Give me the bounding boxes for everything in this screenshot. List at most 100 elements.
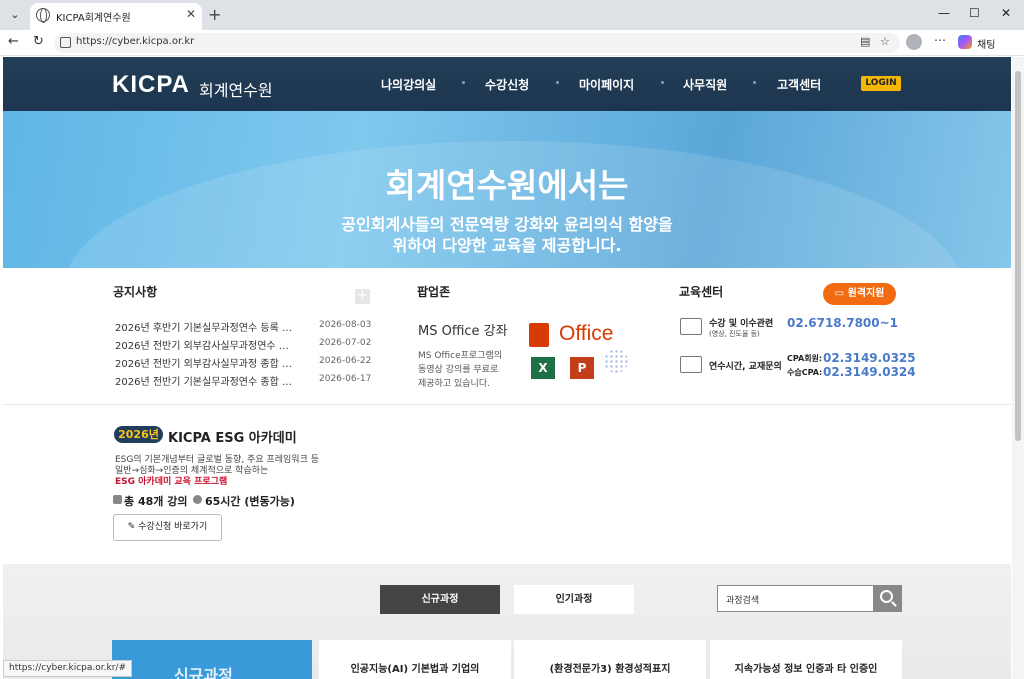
notice-date: 2026-08-03: [319, 320, 372, 330]
back-icon[interactable]: ←: [8, 34, 19, 49]
course-card-title: (환경전문가3) 환경성적표지: [549, 664, 671, 675]
course-card-title: 지속가능성 정보 인증과 타 인증인: [734, 664, 878, 675]
ms-office-course-title[interactable]: MS Office 강좌: [418, 320, 508, 339]
cpa-member-label: CPA회원:: [787, 354, 823, 363]
favorite-star-icon[interactable]: ☆: [880, 35, 890, 48]
section-divider: [3, 404, 1011, 405]
close-window-icon[interactable]: ✕: [1001, 6, 1011, 20]
refresh-icon[interactable]: ↻: [33, 34, 44, 49]
reader-mode-icon[interactable]: ▤: [860, 35, 870, 48]
nav-separator: [556, 81, 559, 84]
tab-title: KICPA회계연수원: [56, 13, 131, 24]
hero-title: 회계연수원에서는: [385, 166, 629, 205]
tab-new-courses[interactable]: 신규과정: [380, 585, 500, 614]
course-card[interactable]: 인공지능(AI) 기본법과 기업의: [319, 640, 511, 679]
kicpa-logo[interactable]: KICPA: [112, 71, 190, 99]
esg-program-highlight: ESG 아카데미 교육 프로그램: [115, 477, 228, 487]
hero-subtitle-line2: 위하여 다양한 교육을 제공합니다.: [392, 236, 622, 255]
esg-enroll-button[interactable]: ✎ 수강신청 바로가기: [113, 514, 222, 541]
nav-my-classroom[interactable]: 나의강의실: [381, 76, 436, 93]
notice-date: 2026-06-17: [319, 374, 372, 384]
office-logo-text[interactable]: Office: [559, 322, 613, 346]
address-toolbar: ← ↻ https://cyber.kicpa.or.kr ▤ ☆ ⋯ 채팅: [0, 30, 1024, 56]
url-text[interactable]: https://cyber.kicpa.or.kr: [76, 36, 194, 47]
tab-popular-courses[interactable]: 인기과정: [514, 585, 634, 614]
esg-enroll-label: 수강신청 바로가기: [138, 522, 208, 532]
site-info-icon[interactable]: [60, 37, 71, 48]
decorative-dots-icon: [604, 349, 628, 373]
scrollbar-thumb[interactable]: [1015, 71, 1021, 441]
notice-text[interactable]: 2026년 전반기 외부감사실무과정 종합 …: [115, 355, 292, 370]
site-header: KICPA 회계연수원 나의강의실 수강신청 마이페이지 사무직원 고객센터 L…: [3, 57, 1011, 111]
notice-text[interactable]: 2026년 전반기 기본실무과정연수 종합 …: [115, 373, 292, 388]
notice-date: 2026-06-22: [319, 356, 372, 366]
popup-desc-line2: 동영상 강의를 무료로: [418, 365, 499, 375]
tab-actions-menu-icon[interactable]: ⌄: [5, 5, 25, 25]
notice-more-button[interactable]: +: [355, 289, 370, 304]
page-scrollbar[interactable]: [1012, 57, 1024, 679]
notice-text[interactable]: 2026년 후반기 기본실무과정연수 등록 …: [115, 319, 292, 334]
remote-support-label: 원격지원: [847, 288, 885, 299]
document-icon: [680, 356, 702, 373]
browser-window: ⌄ KICPA회계연수원 ✕ + — ☐ ✕ ← ↻ https://cyber…: [0, 0, 1024, 679]
edit-icon: ✎: [127, 522, 139, 532]
textbook-inquiry-label: 연수시간, 교재문의: [709, 362, 782, 372]
clock-icon: [193, 495, 202, 504]
new-course-banner-label: 신규과정: [174, 666, 233, 679]
new-course-banner[interactable]: 신규과정: [112, 640, 312, 679]
esg-title: KICPA ESG 아카데미: [168, 431, 297, 446]
esg-year-badge: 2026년: [114, 426, 163, 443]
popup-desc-line1: MS Office프로그램의: [418, 351, 503, 361]
course-search-placeholder: 과정검색: [726, 596, 760, 606]
login-button[interactable]: LOGIN: [861, 76, 901, 91]
close-tab-icon[interactable]: ✕: [186, 7, 196, 21]
excel-icon[interactable]: X: [531, 357, 555, 379]
video-monitor-icon: [680, 318, 702, 335]
enrollment-inquiry-label: 수강 및 이수관련: [709, 319, 774, 329]
status-bar-url: https://cyber.kicpa.or.kr/#: [3, 660, 132, 677]
more-options-icon[interactable]: ⋯: [934, 33, 946, 47]
edu-center-title: 교육센터: [679, 285, 724, 299]
enrollment-inquiry-sub: (영상, 진도율 등): [709, 330, 760, 338]
remote-support-button[interactable]: ▭ 원격지원: [823, 283, 896, 305]
nav-separator: [661, 81, 664, 84]
esg-total-hours: 65시간 (변동가능): [205, 495, 295, 508]
enrollment-phone: 02.6718.7800~1: [787, 316, 899, 330]
new-tab-icon[interactable]: +: [208, 5, 221, 24]
course-card[interactable]: (환경전문가3) 환경성적표지: [514, 640, 706, 679]
browser-tab[interactable]: KICPA회계연수원 ✕: [30, 3, 202, 30]
tab-strip: ⌄ KICPA회계연수원 ✕ + — ☐ ✕: [0, 0, 1024, 30]
trainee-cpa-label: 수습CPA:: [787, 368, 823, 377]
notice-text[interactable]: 2026년 전반기 외부감사실무과정연수 …: [115, 337, 289, 352]
nav-customer-center[interactable]: 고객센터: [777, 76, 821, 93]
profile-avatar[interactable]: [906, 34, 922, 50]
hero-banner: 회계연수원에서는 공인회계사들의 전문역량 강화와 윤리의식 함양을 위하여 다…: [3, 111, 1011, 268]
esg-total-lectures: 총 48개 강의: [124, 495, 188, 508]
chat-label[interactable]: 채팅: [977, 36, 995, 51]
powerpoint-icon[interactable]: P: [570, 357, 594, 379]
copilot-icon[interactable]: [958, 35, 972, 49]
popup-zone-title: 팝업존: [417, 285, 451, 299]
lecture-count-icon: [113, 495, 122, 504]
web-page: KICPA 회계연수원 나의강의실 수강신청 마이페이지 사무직원 고객센터 L…: [3, 57, 1011, 679]
globe-icon: [36, 8, 50, 23]
cpa-member-phone: 02.3149.0325: [823, 351, 916, 365]
nav-office-staff[interactable]: 사무직원: [683, 76, 727, 93]
nav-enrollment[interactable]: 수강신청: [485, 76, 529, 93]
address-bar[interactable]: https://cyber.kicpa.or.kr ▤ ☆: [54, 33, 900, 53]
search-button[interactable]: [874, 585, 902, 612]
course-search-input[interactable]: 과정검색: [717, 585, 874, 612]
trainee-cpa-phone: 02.3149.0324: [823, 365, 916, 379]
course-card-title: 인공지능(AI) 기본법과 기업의: [350, 664, 480, 675]
minimize-icon[interactable]: —: [938, 6, 950, 20]
nav-mypage[interactable]: 마이페이지: [579, 76, 634, 93]
nav-separator: [753, 81, 756, 84]
logo-subtitle[interactable]: 회계연수원: [199, 77, 273, 101]
office-logo-icon[interactable]: [529, 323, 549, 347]
course-card[interactable]: 지속가능성 정보 인증과 타 인증인: [710, 640, 902, 679]
notice-date: 2026-07-02: [319, 338, 372, 348]
maximize-icon[interactable]: ☐: [969, 6, 980, 20]
monitor-icon: ▭: [834, 288, 848, 299]
popup-desc-line3: 제공하고 있습니다.: [418, 379, 490, 389]
nav-separator: [462, 81, 465, 84]
